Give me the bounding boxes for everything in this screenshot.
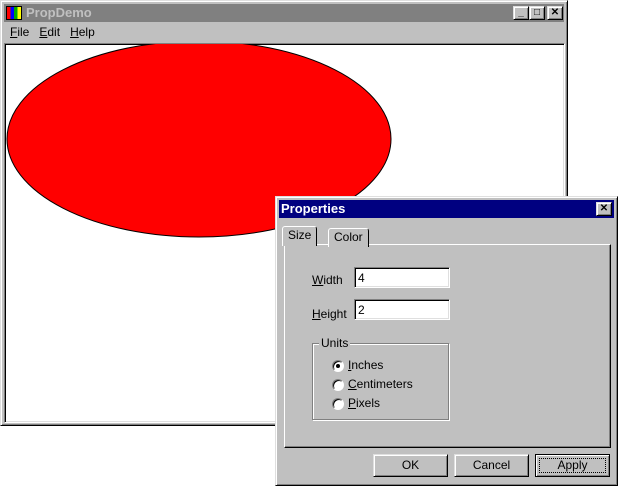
- menu-edit[interactable]: Edit: [39, 23, 60, 42]
- tab-color-label: Color: [334, 230, 363, 244]
- ok-button[interactable]: OK: [373, 454, 448, 477]
- close-button[interactable]: ✕: [547, 6, 563, 20]
- height-input[interactable]: [354, 299, 450, 320]
- tab-color[interactable]: Color: [328, 228, 369, 247]
- tab-size[interactable]: Size: [282, 226, 318, 246]
- tab-size-label: Size: [288, 228, 312, 242]
- dialog-title: Properties: [281, 201, 346, 216]
- dialog-close-button[interactable]: ✕: [596, 202, 612, 216]
- menu-file[interactable]: File: [10, 23, 29, 42]
- minimize-button[interactable]: _: [513, 6, 529, 20]
- window-title: PropDemo: [26, 5, 92, 20]
- properties-dialog: Properties ✕ Size Color Width Height Uni…: [275, 196, 618, 486]
- menu-help[interactable]: Help: [70, 23, 95, 42]
- width-label: Width: [312, 273, 343, 287]
- units-groupbox: Units Inches Centimeters Pixels: [312, 336, 449, 420]
- menu-bar: File Edit Help: [4, 23, 564, 42]
- app-icon: [6, 6, 22, 20]
- radio-centimeters-label: Centimeters: [348, 377, 413, 391]
- radio-selected-dot: [336, 364, 340, 368]
- cancel-button[interactable]: Cancel: [454, 454, 529, 477]
- width-input[interactable]: [354, 267, 450, 288]
- units-label: Units: [319, 336, 351, 350]
- dialog-title-bar[interactable]: Properties ✕: [279, 200, 614, 218]
- radio-pixels-label: Pixels: [348, 396, 381, 410]
- apply-button[interactable]: Apply: [535, 454, 610, 477]
- maximize-button[interactable]: □: [529, 6, 545, 20]
- height-label: Height: [312, 307, 347, 321]
- main-title-bar[interactable]: PropDemo _ □ ✕: [4, 4, 564, 22]
- radio-inches-label: Inches: [348, 358, 384, 372]
